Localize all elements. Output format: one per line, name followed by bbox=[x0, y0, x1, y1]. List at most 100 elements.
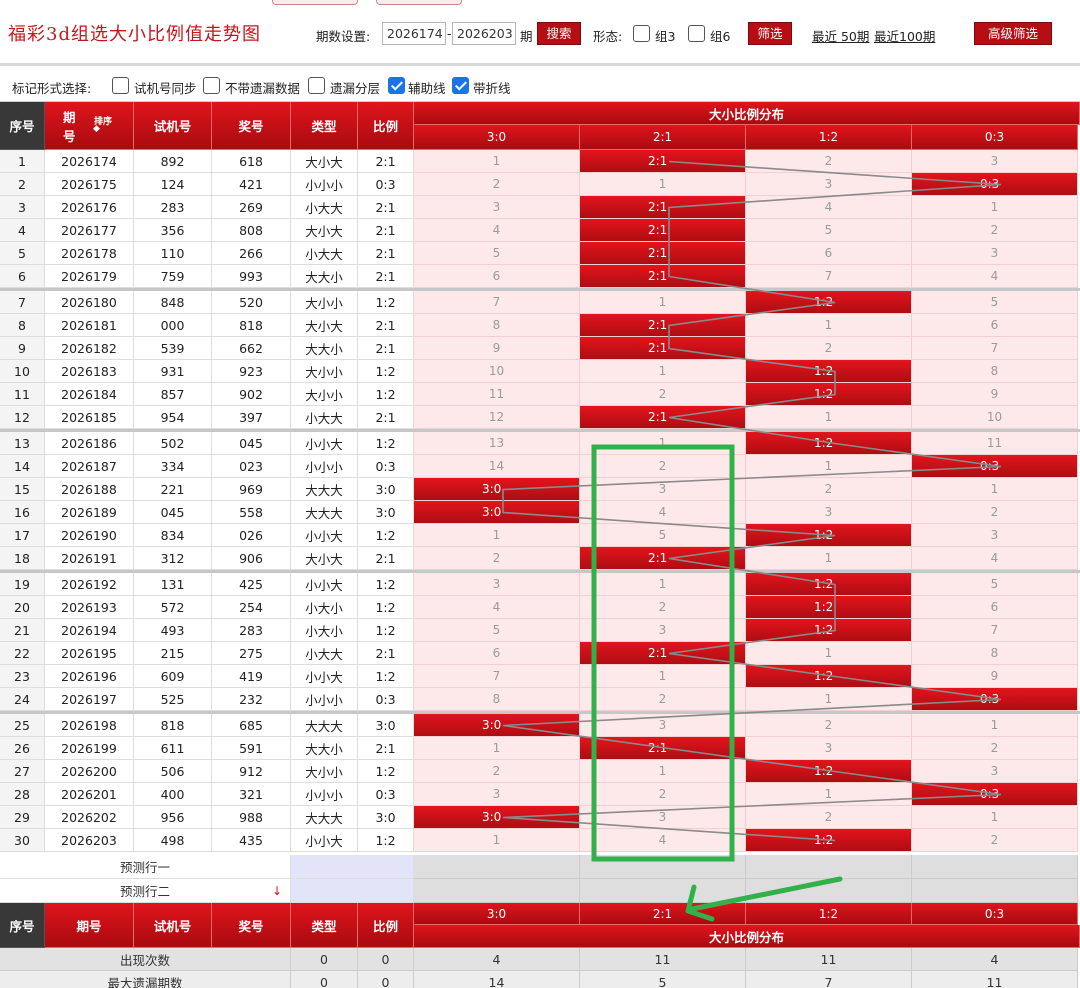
dist-miss-cell[interactable]: 11 bbox=[912, 432, 1078, 455]
dist-miss-cell[interactable]: 3 bbox=[414, 196, 580, 219]
dist-miss-cell[interactable]: 1 bbox=[414, 829, 580, 852]
predict-dist-cell[interactable] bbox=[414, 879, 580, 903]
dist-miss-cell[interactable]: 5 bbox=[414, 619, 580, 642]
dist-miss-cell[interactable]: 5 bbox=[580, 524, 746, 547]
advanced-filter-button[interactable]: 高级筛选 bbox=[974, 22, 1052, 45]
mark-option-checkbox[interactable] bbox=[203, 77, 220, 94]
mark-option-checkbox[interactable] bbox=[452, 77, 469, 94]
dist-hit-cell[interactable]: 3:0 bbox=[414, 714, 580, 737]
mark-option-checkbox[interactable] bbox=[112, 77, 129, 94]
group3-checkbox[interactable] bbox=[633, 25, 650, 42]
dist-hit-cell[interactable]: 0:3 bbox=[912, 455, 1078, 478]
dist-hit-cell[interactable]: 1:2 bbox=[746, 829, 912, 852]
dist-miss-cell[interactable]: 1 bbox=[580, 173, 746, 196]
top-tab-stub[interactable] bbox=[376, 0, 462, 5]
dist-miss-cell[interactable]: 2 bbox=[912, 737, 1078, 760]
dist-hit-cell[interactable]: 2:1 bbox=[580, 737, 746, 760]
dist-miss-cell[interactable]: 14 bbox=[414, 455, 580, 478]
dist-miss-cell[interactable]: 3 bbox=[746, 501, 912, 524]
dist-miss-cell[interactable]: 4 bbox=[912, 547, 1078, 570]
dist-miss-cell[interactable]: 1 bbox=[414, 150, 580, 173]
dist-miss-cell[interactable]: 2 bbox=[414, 547, 580, 570]
dist-miss-cell[interactable]: 11 bbox=[414, 383, 580, 406]
arrow-down-icon[interactable]: ↓ bbox=[272, 884, 282, 898]
group6-checkbox[interactable] bbox=[688, 25, 705, 42]
dist-miss-cell[interactable]: 1 bbox=[414, 737, 580, 760]
dist-miss-cell[interactable]: 6 bbox=[912, 314, 1078, 337]
dist-miss-cell[interactable]: 2 bbox=[912, 501, 1078, 524]
dist-miss-cell[interactable]: 7 bbox=[414, 291, 580, 314]
dist-hit-cell[interactable]: 2:1 bbox=[580, 547, 746, 570]
dist-miss-cell[interactable]: 1 bbox=[746, 688, 912, 711]
dist-hit-cell[interactable]: 0:3 bbox=[912, 783, 1078, 806]
dist-miss-cell[interactable]: 4 bbox=[912, 265, 1078, 288]
dist-miss-cell[interactable]: 4 bbox=[580, 501, 746, 524]
dist-hit-cell[interactable]: 0:3 bbox=[912, 173, 1078, 196]
dist-miss-cell[interactable]: 2 bbox=[580, 455, 746, 478]
dist-miss-cell[interactable]: 9 bbox=[912, 383, 1078, 406]
dist-hit-cell[interactable]: 2:1 bbox=[580, 219, 746, 242]
search-button[interactable]: 搜索 bbox=[537, 22, 581, 45]
dist-hit-cell[interactable]: 2:1 bbox=[580, 314, 746, 337]
dist-hit-cell[interactable]: 2:1 bbox=[580, 242, 746, 265]
dist-hit-cell[interactable]: 1:2 bbox=[746, 360, 912, 383]
dist-miss-cell[interactable]: 3 bbox=[580, 619, 746, 642]
dist-miss-cell[interactable]: 10 bbox=[414, 360, 580, 383]
dist-miss-cell[interactable]: 2 bbox=[746, 478, 912, 501]
dist-miss-cell[interactable]: 2 bbox=[746, 806, 912, 829]
dist-miss-cell[interactable]: 4 bbox=[414, 596, 580, 619]
dist-miss-cell[interactable]: 1 bbox=[746, 783, 912, 806]
dist-miss-cell[interactable]: 2 bbox=[580, 688, 746, 711]
dist-hit-cell[interactable]: 2:1 bbox=[580, 196, 746, 219]
dist-miss-cell[interactable]: 7 bbox=[746, 265, 912, 288]
dist-hit-cell[interactable]: 3:0 bbox=[414, 501, 580, 524]
dist-miss-cell[interactable]: 5 bbox=[414, 242, 580, 265]
dist-miss-cell[interactable]: 7 bbox=[912, 337, 1078, 360]
dist-hit-cell[interactable]: 1:2 bbox=[746, 291, 912, 314]
dist-miss-cell[interactable]: 1 bbox=[746, 547, 912, 570]
dist-hit-cell[interactable]: 2:1 bbox=[580, 265, 746, 288]
dist-hit-cell[interactable]: 3:0 bbox=[414, 478, 580, 501]
predict-dist-cell[interactable] bbox=[580, 879, 746, 903]
dist-miss-cell[interactable]: 3 bbox=[580, 478, 746, 501]
dist-hit-cell[interactable]: 1:2 bbox=[746, 619, 912, 642]
period-from-input[interactable]: 2026174 bbox=[382, 22, 446, 45]
dist-miss-cell[interactable]: 1 bbox=[912, 196, 1078, 219]
dist-miss-cell[interactable]: 1 bbox=[746, 314, 912, 337]
dist-miss-cell[interactable]: 4 bbox=[580, 829, 746, 852]
predict-input-cell[interactable] bbox=[291, 855, 414, 879]
dist-miss-cell[interactable]: 2 bbox=[746, 150, 912, 173]
predict-dist-cell[interactable] bbox=[414, 855, 580, 879]
dist-hit-cell[interactable]: 2:1 bbox=[580, 337, 746, 360]
dist-miss-cell[interactable]: 1 bbox=[580, 432, 746, 455]
dist-miss-cell[interactable]: 8 bbox=[414, 688, 580, 711]
period-to-input[interactable]: 2026203 bbox=[452, 22, 516, 45]
dist-hit-cell[interactable]: 1:2 bbox=[746, 573, 912, 596]
predict-dist-cell[interactable] bbox=[912, 855, 1078, 879]
dist-miss-cell[interactable]: 3 bbox=[414, 783, 580, 806]
dist-miss-cell[interactable]: 13 bbox=[414, 432, 580, 455]
dist-miss-cell[interactable]: 6 bbox=[414, 265, 580, 288]
dist-miss-cell[interactable]: 8 bbox=[414, 314, 580, 337]
dist-miss-cell[interactable]: 1 bbox=[912, 478, 1078, 501]
dist-miss-cell[interactable]: 3 bbox=[912, 524, 1078, 547]
dist-miss-cell[interactable]: 5 bbox=[912, 573, 1078, 596]
dist-miss-cell[interactable]: 1 bbox=[912, 714, 1078, 737]
dist-hit-cell[interactable]: 1:2 bbox=[746, 432, 912, 455]
dist-miss-cell[interactable]: 3 bbox=[912, 150, 1078, 173]
dist-miss-cell[interactable]: 1 bbox=[414, 524, 580, 547]
dist-miss-cell[interactable]: 12 bbox=[414, 406, 580, 429]
dist-hit-cell[interactable]: 2:1 bbox=[580, 150, 746, 173]
dist-miss-cell[interactable]: 3 bbox=[746, 737, 912, 760]
dist-hit-cell[interactable]: 1:2 bbox=[746, 760, 912, 783]
predict-input-cell[interactable] bbox=[291, 879, 414, 903]
dist-miss-cell[interactable]: 9 bbox=[414, 337, 580, 360]
dist-miss-cell[interactable]: 3 bbox=[580, 806, 746, 829]
dist-miss-cell[interactable]: 1 bbox=[912, 806, 1078, 829]
filter-button[interactable]: 筛选 bbox=[748, 22, 792, 45]
dist-miss-cell[interactable]: 4 bbox=[746, 196, 912, 219]
dist-miss-cell[interactable]: 8 bbox=[912, 360, 1078, 383]
predict-dist-cell[interactable] bbox=[580, 855, 746, 879]
dist-miss-cell[interactable]: 1 bbox=[580, 573, 746, 596]
dist-miss-cell[interactable]: 3 bbox=[746, 173, 912, 196]
